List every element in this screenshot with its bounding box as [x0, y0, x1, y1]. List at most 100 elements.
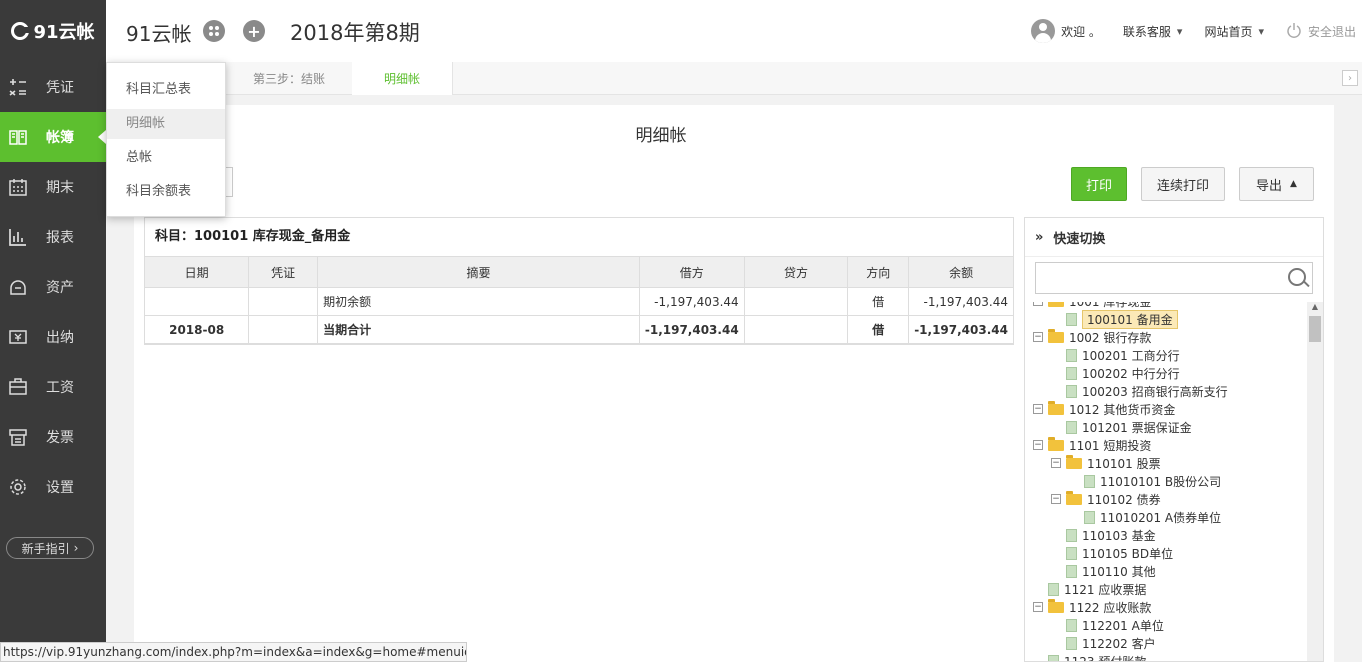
- tab-detail-ledger[interactable]: 明细帐: [352, 62, 453, 95]
- tree-node[interactable]: 110103 基金: [1051, 526, 1156, 544]
- tab-scroll-right-icon[interactable]: ›: [1342, 70, 1358, 86]
- collapse-toggle-icon[interactable]: −: [1051, 494, 1061, 504]
- tree-node-label: 1123 预付账款: [1064, 654, 1147, 662]
- sidebar-item-books[interactable]: 帐簿: [0, 112, 106, 162]
- tree-node[interactable]: − 110101 股票: [1051, 454, 1161, 472]
- tree-node[interactable]: 100101 备用金: [1051, 309, 1178, 329]
- tree-node[interactable]: − 1101 短期投资: [1033, 436, 1151, 454]
- chevron-down-icon: ▾: [1258, 24, 1264, 38]
- submenu-subject-balance[interactable]: 科目余额表: [107, 177, 225, 207]
- tree-node[interactable]: 100201 工商分行: [1051, 346, 1180, 364]
- sidebar-item-period-end[interactable]: 期末: [0, 162, 106, 212]
- tree-node-label: 100202 中行分行: [1082, 366, 1180, 381]
- contact-support-menu[interactable]: 联系客服 ▾: [1123, 23, 1183, 40]
- grid-menu-icon[interactable]: [203, 20, 225, 42]
- table-header: 日期 凭证 摘要 借方 贷方 方向 余额: [145, 257, 1013, 288]
- tree-node-label: 1001 库存现金: [1069, 302, 1151, 310]
- tree-node[interactable]: − 1002 银行存款: [1033, 328, 1151, 346]
- tree-node-label: 112202 客户: [1082, 636, 1156, 651]
- tree-node[interactable]: − 1122 应收账款: [1033, 598, 1151, 616]
- new-user-guide-button[interactable]: 新手指引 ›: [6, 537, 94, 559]
- cell-direction: 借: [847, 287, 910, 316]
- col-date: 日期: [145, 257, 250, 288]
- scroll-up-icon[interactable]: ▲: [1307, 302, 1323, 314]
- invoice-icon: [8, 427, 28, 447]
- tab-bar: 第三步：结账 明细帐 ›: [106, 62, 1362, 95]
- tree-node-label: 100201 工商分行: [1082, 348, 1180, 363]
- logo[interactable]: 91云帐: [0, 0, 106, 62]
- tree-node-label: 112201 A单位: [1082, 618, 1164, 633]
- submenu-general-ledger[interactable]: 总帐: [107, 143, 225, 173]
- tree-node[interactable]: 1123 预付账款: [1033, 652, 1147, 662]
- quick-switch-header[interactable]: » 快速切换: [1025, 218, 1323, 257]
- document-icon: [1084, 510, 1095, 524]
- power-icon: [1286, 22, 1302, 41]
- cell-direction: 借: [847, 315, 910, 344]
- tree-node[interactable]: 100203 招商银行高新支行: [1051, 382, 1228, 400]
- submenu-detail-ledger[interactable]: 明细帐: [107, 109, 225, 139]
- continuous-print-button[interactable]: 连续打印: [1141, 167, 1225, 201]
- quick-search-input[interactable]: [1035, 262, 1313, 294]
- tree-node[interactable]: 11010101 B股份公司: [1069, 472, 1221, 490]
- add-icon[interactable]: +: [243, 20, 265, 42]
- logo-icon: [11, 22, 31, 40]
- sidebar-item-settings[interactable]: 设置: [0, 462, 106, 512]
- tab-step3-close[interactable]: 第三步：结账: [226, 62, 353, 94]
- tree-node[interactable]: 100202 中行分行: [1051, 364, 1180, 382]
- tree-node[interactable]: 112201 A单位: [1051, 616, 1164, 634]
- books-submenu: 科目汇总表 明细帐 总帐 科目余额表: [106, 62, 226, 217]
- document-icon: [1048, 654, 1059, 661]
- collapse-toggle-icon[interactable]: −: [1033, 602, 1043, 612]
- tree-node-label: 1012 其他货币资金: [1069, 402, 1176, 417]
- gear-icon: [8, 477, 28, 497]
- tree-node[interactable]: 110110 其他: [1051, 562, 1156, 580]
- folder-icon: [1048, 302, 1064, 307]
- tree-node[interactable]: − 110102 债券: [1051, 490, 1161, 508]
- account-tree: − 1001 库存现金100101 备用金 − 1002 银行存款 100201 工商分…: [1025, 302, 1305, 662]
- quick-switch-panel: » 快速切换 − 1001 库存现金100101 备用金 − 1002 银行存款 100…: [1024, 217, 1324, 662]
- caret-up-icon: ▲: [1290, 179, 1297, 189]
- sidebar-item-salary[interactable]: 工资: [0, 362, 106, 412]
- document-icon: [1066, 528, 1077, 542]
- tree-node[interactable]: 1121 应收票据: [1033, 580, 1146, 598]
- collapse-toggle-icon[interactable]: −: [1033, 302, 1043, 306]
- sidebar-item-reports[interactable]: 报表: [0, 212, 106, 262]
- accounting-period[interactable]: 2018年第8期: [290, 17, 420, 47]
- sidebar-item-invoice[interactable]: 发票: [0, 412, 106, 462]
- tree-node[interactable]: 110105 BD单位: [1051, 544, 1173, 562]
- folder-icon: [1048, 598, 1064, 613]
- folder-icon: [1048, 328, 1064, 343]
- search-icon[interactable]: [1288, 268, 1306, 286]
- page-title: 明细帐: [635, 126, 687, 146]
- cell-credit: [744, 287, 849, 316]
- sidebar-item-cashier[interactable]: 出纳: [0, 312, 106, 362]
- homepage-menu[interactable]: 网站首页 ▾: [1204, 23, 1264, 40]
- logo-text: 91云帐: [33, 22, 95, 43]
- submenu-subject-summary[interactable]: 科目汇总表: [107, 75, 225, 105]
- col-summary: 摘要: [317, 257, 640, 288]
- user-welcome[interactable]: 欢迎 。: [1031, 19, 1101, 43]
- tree-node[interactable]: 11010201 A债券单位: [1069, 508, 1221, 526]
- scroll-thumb[interactable]: [1309, 316, 1321, 342]
- print-button[interactable]: 打印: [1071, 167, 1127, 201]
- sidebar-item-voucher[interactable]: 凭证: [0, 62, 106, 112]
- col-balance: 余额: [908, 257, 1013, 288]
- sidebar-item-assets[interactable]: 资产: [0, 262, 106, 312]
- cashier-icon: [8, 327, 28, 347]
- tree-node[interactable]: − 1012 其他货币资金: [1033, 400, 1175, 418]
- tree-node-label: 1101 短期投资: [1069, 438, 1152, 453]
- tree-node[interactable]: 112202 客户: [1051, 634, 1156, 652]
- export-button[interactable]: 导出 ▲: [1239, 167, 1314, 201]
- collapse-toggle-icon[interactable]: −: [1033, 332, 1043, 342]
- tree-node[interactable]: 101201 票据保证金: [1051, 418, 1192, 436]
- logout-button[interactable]: 安全退出: [1286, 22, 1356, 41]
- folder-icon: [1066, 454, 1082, 469]
- tree-scrollbar[interactable]: ▲: [1307, 302, 1323, 661]
- collapse-toggle-icon[interactable]: −: [1033, 440, 1043, 450]
- collapse-toggle-icon[interactable]: −: [1051, 458, 1061, 468]
- document-icon: [1066, 564, 1077, 578]
- cell-debit: -1,197,403.44: [639, 287, 745, 316]
- folder-icon: [1066, 490, 1082, 505]
- document-icon: [1066, 366, 1077, 380]
- collapse-toggle-icon[interactable]: −: [1033, 404, 1043, 414]
